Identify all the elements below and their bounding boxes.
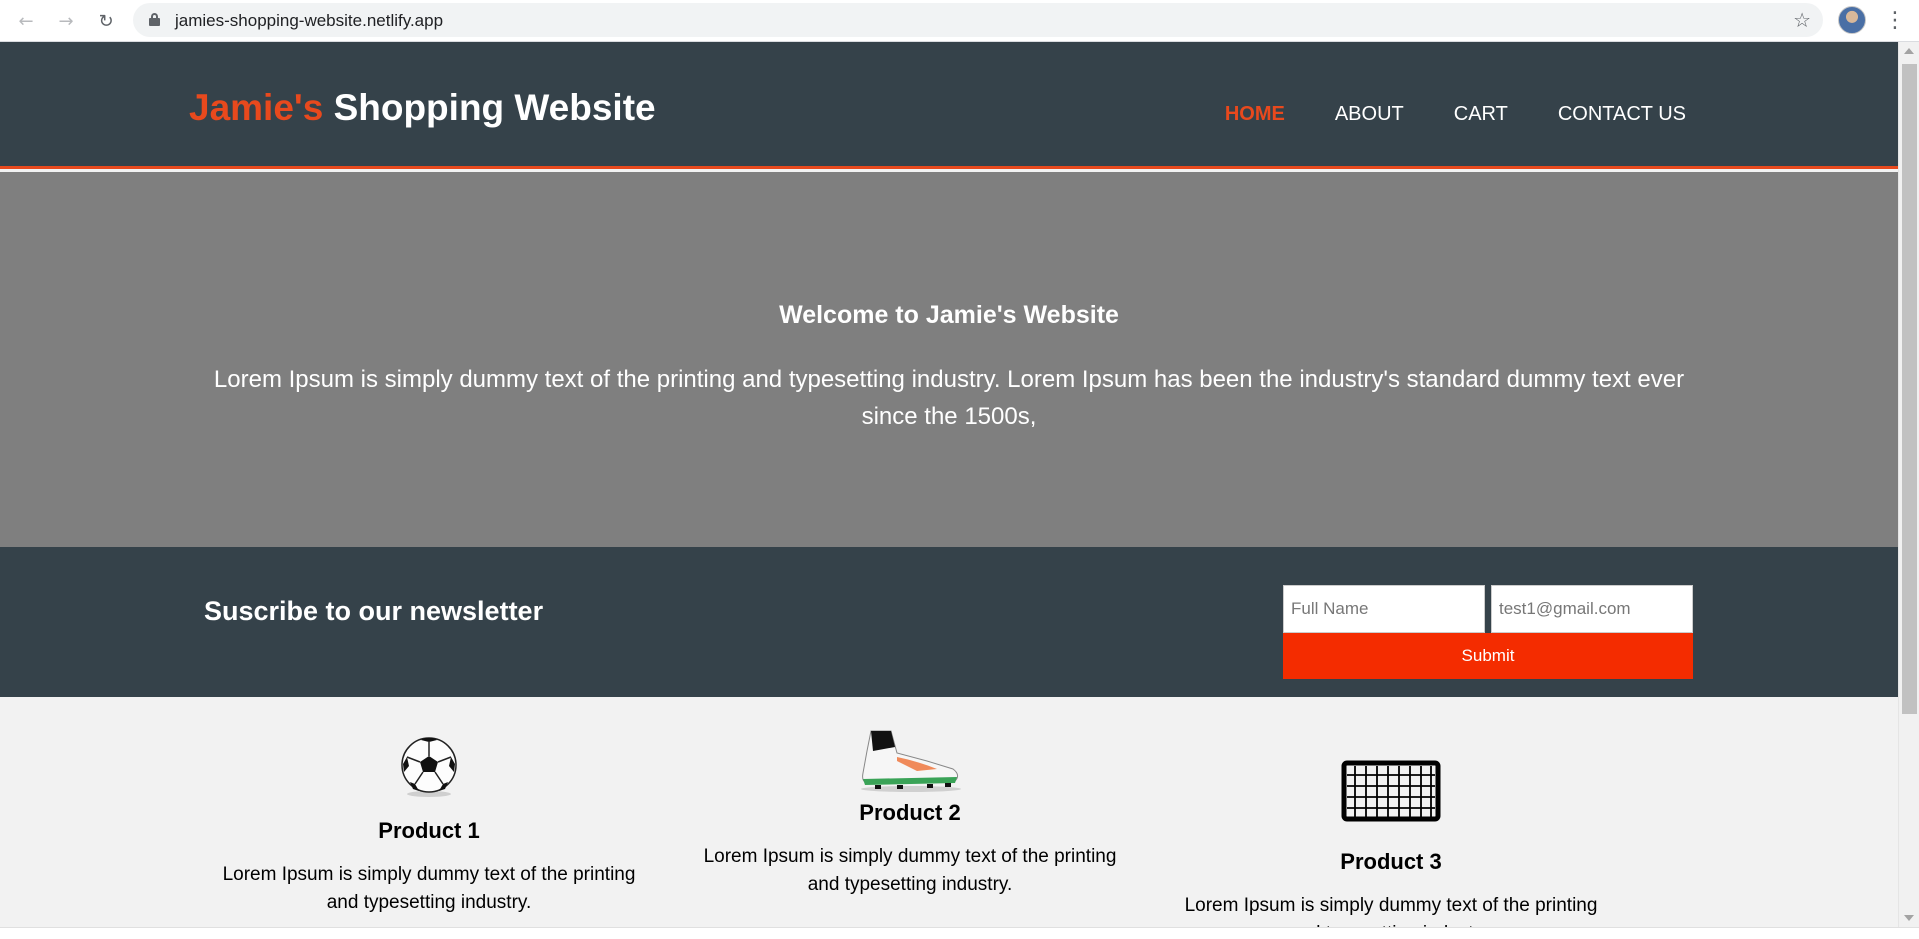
showcase: Welcome to Jamie's Website Lorem Ipsum i… [0,172,1898,547]
address-bar[interactable]: jamies-shopping-website.netlify.app ☆ [133,3,1823,37]
newsletter: Suscribe to our newsletter Submit [0,547,1898,697]
product-title: Product 2 [859,800,961,825]
back-arrow-icon[interactable]: ← [12,7,40,35]
url-text: jamies-shopping-website.netlify.app [175,11,444,30]
star-icon[interactable]: ☆ [1793,8,1811,32]
product-title: Product 3 [1340,849,1442,874]
submit-button[interactable]: Submit [1283,633,1693,679]
nav-home[interactable]: HOME [1225,103,1285,126]
soccer-goal-icon [1341,760,1441,822]
kebab-menu-icon[interactable]: ⋮ [1884,7,1906,35]
page-viewport: Jamie's Shopping Website HOME ABOUT CART… [0,42,1898,927]
product-text: Lorem Ipsum is simply dummy text of the … [222,864,636,913]
status-bar-area [0,927,1919,939]
browser-toolbar: ← → ↻ jamies-shopping-website.netlify.ap… [0,0,1919,42]
reload-icon[interactable]: ↻ [92,7,120,35]
logo-text: Shopping Website [333,87,656,128]
full-name-input[interactable] [1283,585,1485,633]
scroll-up-arrow-icon[interactable] [1904,48,1914,54]
newsletter-heading: Suscribe to our newsletter [204,596,544,626]
nav-contact-us[interactable]: CONTACT US [1558,103,1686,126]
product-text: Lorem Ipsum is simply dummy text of the … [1184,895,1598,927]
nav-about[interactable]: ABOUT [1335,103,1404,126]
email-input[interactable] [1491,585,1693,633]
scroll-down-arrow-icon[interactable] [1904,915,1914,921]
site-header: Jamie's Shopping Website HOME ABOUT CART… [0,42,1898,169]
product-title: Product 1 [378,818,480,843]
page-scrollbar[interactable] [1898,42,1919,927]
logo-highlight: Jamie's [189,87,324,128]
lock-icon [149,13,160,26]
product-text: Lorem Ipsum is simply dummy text of the … [703,846,1117,895]
profile-avatar[interactable] [1838,6,1866,34]
soccer-ball-icon [401,737,457,797]
showcase-text: Lorem Ipsum is simply dummy text of the … [213,366,1685,430]
main-nav: HOME ABOUT CART CONTACT US [1225,103,1686,126]
showcase-heading: Welcome to Jamie's Website [779,301,1119,329]
scrollbar-thumb[interactable] [1902,64,1917,714]
site-logo: Jamie's Shopping Website [189,87,656,129]
products-section: Product 1 Lorem Ipsum is simply dummy te… [0,697,1898,927]
nav-cart[interactable]: CART [1454,103,1508,126]
soccer-cleat-icon [861,730,961,792]
forward-arrow-icon[interactable]: → [52,7,80,35]
